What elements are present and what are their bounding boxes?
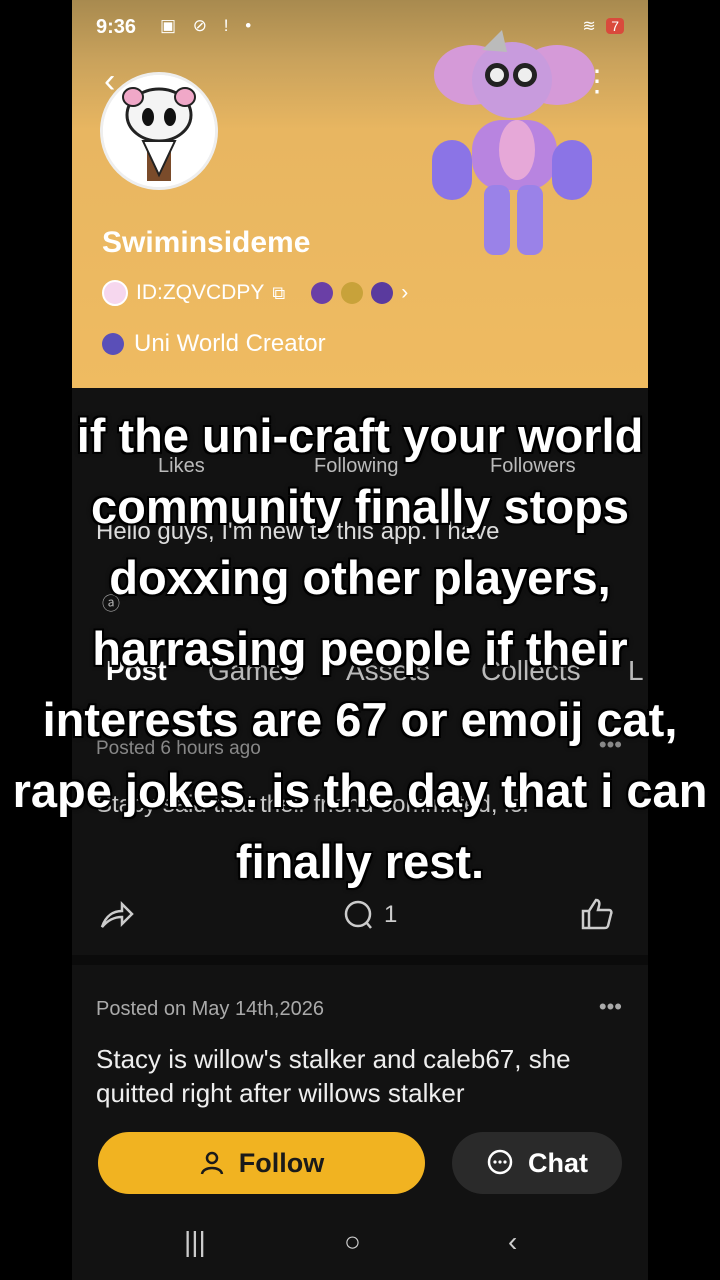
status-bar: 9:36 ▣ ⊘ ! • ≋ 7 xyxy=(72,0,648,56)
more-options-icon[interactable]: ⋮ xyxy=(582,64,612,99)
profile-id: ID:ZQVCDPY xyxy=(136,281,265,304)
post-more-icon[interactable]: ••• xyxy=(599,994,622,1020)
system-nav-bar: ||| ○ ‹ xyxy=(72,1212,648,1280)
creator-title: Uni World Creator xyxy=(134,330,326,357)
achievement-badge-icon[interactable] xyxy=(341,282,364,304)
post-text[interactable]: Stacy is willow's stalker and caleb67, s… xyxy=(96,1042,616,1110)
recent-apps-icon[interactable]: ||| xyxy=(184,1226,206,1258)
comment-count: 1 xyxy=(384,901,398,928)
battery-icon: 7 xyxy=(606,18,624,34)
chat-button[interactable]: Chat xyxy=(452,1132,622,1194)
status-time: 9:36 xyxy=(96,16,137,38)
post-actions: 1 xyxy=(72,895,648,945)
person-icon xyxy=(200,1151,223,1175)
comment-button[interactable]: 1 xyxy=(342,899,397,931)
chat-icon xyxy=(487,1149,513,1175)
creator-badge-icon xyxy=(102,333,124,355)
avatar-3d-character xyxy=(432,30,595,255)
creator-title-row: Uni World Creator xyxy=(102,330,326,358)
follow-label: Follow xyxy=(238,1147,325,1178)
profile-avatar[interactable] xyxy=(100,72,218,190)
chat-label: Chat xyxy=(528,1147,588,1178)
profile-banner: Swiminsideme ID:ZQVCDPY ⧉ › Uni World Cr… xyxy=(72,0,648,388)
profile-id-row: ID:ZQVCDPY ⧉ › xyxy=(102,280,408,306)
like-thumbs-up-icon[interactable] xyxy=(580,897,614,931)
signal-battery: ≋ 7 xyxy=(582,16,624,36)
achievement-badge-icon[interactable] xyxy=(311,282,334,304)
share-icon[interactable] xyxy=(98,897,134,933)
home-icon[interactable]: ○ xyxy=(344,1226,361,1258)
avatar-image xyxy=(103,75,215,187)
back-arrow-icon[interactable]: ‹ xyxy=(104,62,115,101)
id-badge-icon xyxy=(102,280,128,306)
follow-button[interactable]: Follow xyxy=(98,1132,425,1194)
copy-icon[interactable]: ⧉ xyxy=(272,283,285,304)
comment-icon xyxy=(344,900,372,929)
wifi-icon: ≋ xyxy=(582,18,596,35)
chevron-right-icon[interactable]: › xyxy=(401,281,408,305)
notification-icons: ▣ ⊘ ! • xyxy=(160,16,258,35)
video-caption-overlay: if the uni-craft your world community fi… xyxy=(12,409,708,888)
nav-back-icon[interactable]: ‹ xyxy=(508,1226,517,1258)
post-timestamp: Posted on May 14th,2026 xyxy=(96,998,324,1020)
achievement-badge-icon[interactable] xyxy=(371,282,394,304)
profile-username: Swiminsideme xyxy=(102,226,311,259)
post-divider xyxy=(72,955,648,965)
